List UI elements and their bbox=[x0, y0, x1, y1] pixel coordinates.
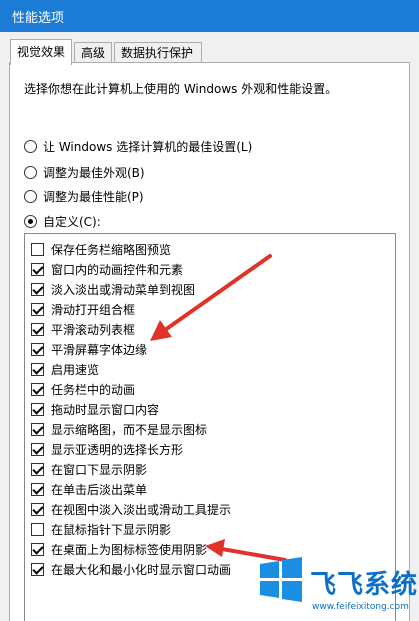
tab-strip: 视觉效果 高级 数据执行保护 bbox=[0, 32, 419, 65]
radio-label: 让 Windows 选择计算机的最佳设置(L) bbox=[43, 139, 253, 154]
radio-label: 调整为最佳外观(B) bbox=[43, 165, 145, 180]
radio-circle-selected[interactable] bbox=[24, 214, 37, 228]
checkbox[interactable] bbox=[31, 282, 44, 296]
checkbox-label: 在最大化和最小化时显示窗口动画 bbox=[51, 562, 232, 577]
list-item[interactable]: 在鼠标指针下显示阴影 bbox=[31, 520, 171, 538]
tab-visual-effects[interactable]: 视觉效果 bbox=[10, 39, 72, 65]
checkbox-label: 拖动时显示窗口内容 bbox=[51, 402, 160, 417]
checkbox-label: 平滑滚动列表框 bbox=[51, 322, 136, 337]
watermark-text: 飞飞系统 bbox=[310, 570, 419, 600]
list-item[interactable]: 在最大化和最小化时显示窗口动画 bbox=[31, 560, 231, 578]
checkbox-label: 在单击后淡出菜单 bbox=[51, 482, 148, 497]
title-bar: 性能选项 bbox=[0, 0, 419, 32]
tab-data-execution-prevention[interactable]: 数据执行保护 bbox=[114, 42, 202, 64]
checkbox-label: 显示缩略图，而不是显示图标 bbox=[51, 422, 208, 437]
checkbox[interactable] bbox=[31, 522, 44, 536]
checkbox[interactable] bbox=[31, 462, 44, 476]
radio-best-appearance[interactable]: 调整为最佳外观(B) bbox=[24, 163, 145, 181]
list-item[interactable]: 保存任务栏缩略图预览 bbox=[31, 240, 171, 258]
checkbox[interactable] bbox=[31, 442, 44, 456]
list-item[interactable]: 任务栏中的动画 bbox=[31, 380, 135, 398]
checkbox[interactable] bbox=[31, 302, 44, 316]
checkbox[interactable] bbox=[31, 482, 44, 496]
list-item[interactable]: 平滑屏幕字体边缘 bbox=[31, 340, 147, 358]
radio-circle[interactable] bbox=[24, 165, 37, 179]
tab-advanced[interactable]: 高级 bbox=[74, 42, 112, 64]
checkbox-label: 保存任务栏缩略图预览 bbox=[51, 242, 172, 257]
checkbox[interactable] bbox=[31, 562, 44, 576]
list-item[interactable]: 淡入淡出或滑动菜单到视图 bbox=[31, 280, 195, 298]
list-item[interactable]: 窗口内的动画控件和元素 bbox=[31, 260, 183, 278]
list-item[interactable]: 拖动时显示窗口内容 bbox=[31, 400, 159, 418]
visual-effects-panel: 选择你想在此计算机上使用的 Windows 外观和性能设置。 让 Windows… bbox=[9, 62, 410, 621]
radio-custom[interactable]: 自定义(C): bbox=[24, 212, 101, 230]
checkbox[interactable] bbox=[31, 402, 44, 416]
list-item[interactable]: 在窗口下显示阴影 bbox=[31, 460, 147, 478]
checkbox[interactable] bbox=[31, 322, 44, 336]
checkbox-label: 在窗口下显示阴影 bbox=[51, 462, 148, 477]
checkbox[interactable] bbox=[31, 362, 44, 376]
windows-logo-icon bbox=[260, 557, 302, 602]
radio-label: 自定义(C): bbox=[43, 214, 101, 229]
window-title: 性能选项 bbox=[12, 11, 65, 26]
checkbox[interactable] bbox=[31, 242, 44, 256]
checkbox[interactable] bbox=[31, 262, 44, 276]
checkbox[interactable] bbox=[31, 542, 44, 556]
radio-circle[interactable] bbox=[24, 139, 37, 153]
list-item[interactable]: 显示缩略图，而不是显示图标 bbox=[31, 420, 207, 438]
checkbox-label: 显示亚透明的选择长方形 bbox=[51, 442, 184, 457]
list-item[interactable]: 启用速览 bbox=[31, 360, 99, 378]
list-item[interactable]: 显示亚透明的选择长方形 bbox=[31, 440, 183, 458]
radio-circle[interactable] bbox=[24, 189, 37, 203]
checkbox-label: 在视图中淡入淡出或滑动工具提示 bbox=[51, 502, 232, 517]
checkbox[interactable] bbox=[31, 342, 44, 356]
radio-best-performance[interactable]: 调整为最佳性能(P) bbox=[24, 187, 144, 205]
list-item[interactable]: 在视图中淡入淡出或滑动工具提示 bbox=[31, 500, 231, 518]
checkbox-label: 淡入淡出或滑动菜单到视图 bbox=[51, 282, 196, 297]
checkbox-label: 任务栏中的动画 bbox=[51, 382, 136, 397]
checkbox-label: 启用速览 bbox=[51, 362, 100, 377]
list-item[interactable]: 滑动打开组合框 bbox=[31, 300, 135, 318]
watermark-logo: 飞飞系统 www.feifeixitong.com bbox=[258, 556, 419, 621]
checkbox[interactable] bbox=[31, 422, 44, 436]
radio-let-windows-choose[interactable]: 让 Windows 选择计算机的最佳设置(L) bbox=[24, 137, 252, 155]
checkbox-label: 窗口内的动画控件和元素 bbox=[51, 262, 184, 277]
radio-label: 调整为最佳性能(P) bbox=[43, 189, 144, 204]
list-item[interactable]: 在桌面上为图标标签使用阴影 bbox=[31, 540, 207, 558]
list-item[interactable]: 平滑滚动列表框 bbox=[31, 320, 135, 338]
watermark-url: www.feifeixitong.com bbox=[312, 602, 409, 612]
checkbox-label: 平滑屏幕字体边缘 bbox=[51, 342, 148, 357]
checkbox[interactable] bbox=[31, 502, 44, 516]
list-item[interactable]: 在单击后淡出菜单 bbox=[31, 480, 147, 498]
checkbox-label: 在桌面上为图标标签使用阴影 bbox=[51, 542, 208, 557]
checkbox-label: 在鼠标指针下显示阴影 bbox=[51, 522, 172, 537]
description-text: 选择你想在此计算机上使用的 Windows 外观和性能设置。 bbox=[24, 82, 338, 96]
checkbox-label: 滑动打开组合框 bbox=[51, 302, 136, 317]
checkbox[interactable] bbox=[31, 382, 44, 396]
